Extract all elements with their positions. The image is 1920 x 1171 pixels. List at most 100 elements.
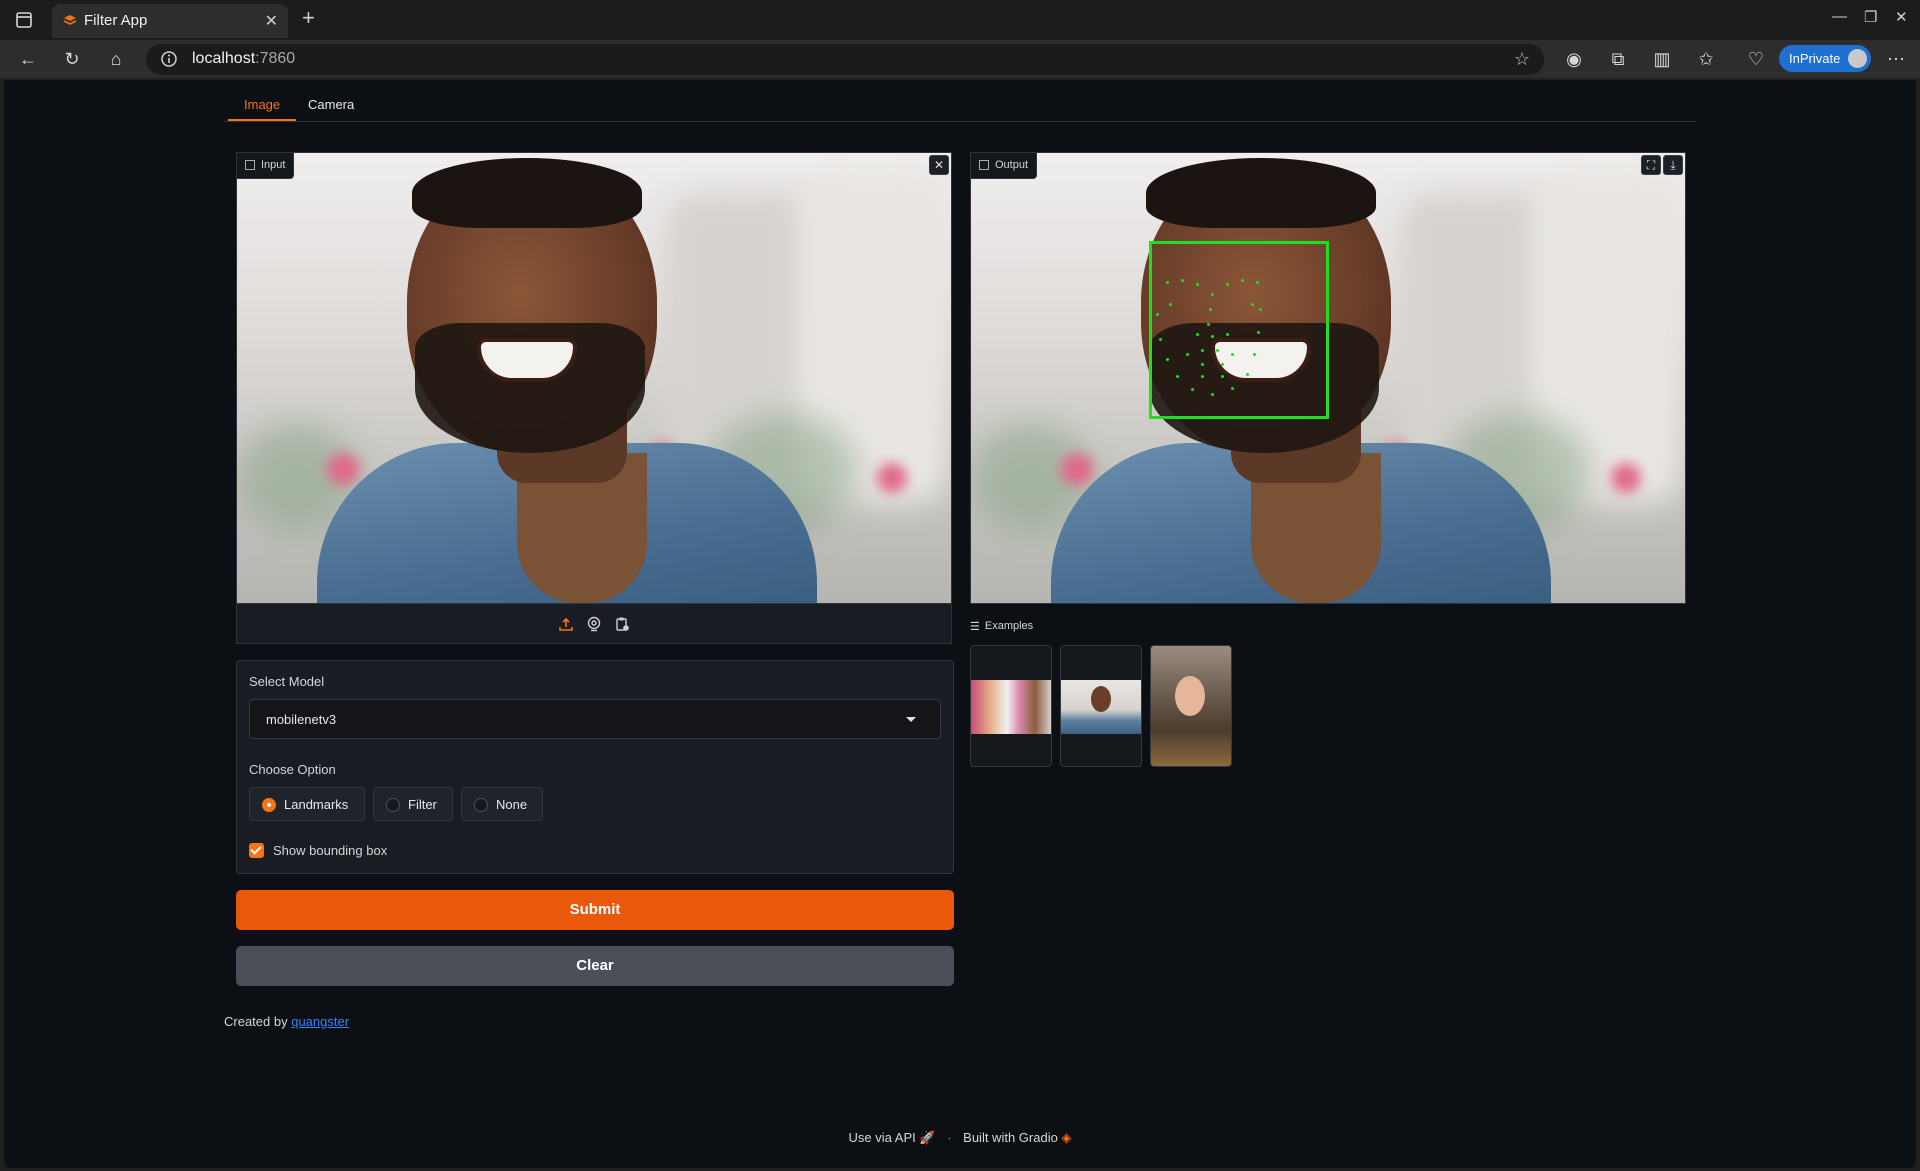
- list-icon: ☰: [970, 621, 980, 633]
- more-menu-icon[interactable]: ⋯: [1884, 47, 1908, 71]
- landmark-point: [1211, 335, 1214, 338]
- example-thumb-man[interactable]: [1060, 645, 1142, 767]
- output-photo: [971, 153, 1685, 603]
- input-source-toolbar: [237, 603, 951, 643]
- radio-landmarks-label: Landmarks: [284, 797, 349, 812]
- tab-camera[interactable]: Camera: [308, 97, 354, 112]
- favorite-star-icon[interactable]: ☆: [1514, 49, 1530, 70]
- built-with-gradio-link[interactable]: Built with Gradio: [963, 1130, 1058, 1145]
- examples-header: ☰ Examples: [970, 620, 1034, 633]
- options-panel: Select Model mobilenetv3 Choose Option L…: [236, 660, 954, 874]
- browser-tab[interactable]: Filter App ✕: [52, 4, 288, 38]
- landmark-point: [1196, 333, 1199, 336]
- extensions-icon[interactable]: ⧉: [1606, 47, 1630, 71]
- input-photo: [237, 153, 951, 603]
- footer-separator: ·: [947, 1130, 952, 1145]
- radio-none[interactable]: None: [461, 787, 543, 821]
- input-image-panel: Input ✕: [236, 152, 952, 644]
- gradio-favicon-icon: [63, 15, 77, 25]
- restore-icon[interactable]: ❐: [1864, 8, 1877, 26]
- home-icon[interactable]: ⌂: [104, 47, 128, 71]
- landmark-point: [1166, 358, 1169, 361]
- copilot-icon[interactable]: ◉: [1562, 47, 1586, 71]
- radio-filter[interactable]: Filter: [373, 787, 453, 821]
- refresh-icon[interactable]: ↻: [60, 47, 84, 71]
- landmark-point: [1226, 333, 1229, 336]
- clear-button[interactable]: Clear: [236, 946, 954, 986]
- radio-selected-icon: [262, 798, 276, 812]
- landmark-point: [1256, 281, 1259, 284]
- landmark-point: [1186, 353, 1189, 356]
- landmark-point: [1169, 303, 1172, 306]
- address-bar[interactable]: localhost:7860 ☆: [146, 44, 1544, 75]
- radio-none-label: None: [496, 797, 528, 812]
- site-info-icon[interactable]: [160, 50, 178, 68]
- landmark-point: [1231, 387, 1234, 390]
- tab-actions-icon[interactable]: [14, 10, 34, 30]
- landmark-point: [1211, 393, 1214, 396]
- landmark-point: [1196, 283, 1199, 286]
- landmark-point: [1216, 349, 1219, 352]
- landmark-point: [1207, 323, 1210, 326]
- landmark-point: [1253, 353, 1256, 356]
- model-dropdown-value: mobilenetv3: [266, 712, 337, 727]
- output-label: Output: [971, 153, 1038, 179]
- author-link[interactable]: quangster: [291, 1014, 349, 1029]
- landmark-point: [1176, 375, 1179, 378]
- new-tab-icon[interactable]: +: [302, 5, 315, 31]
- landmark-point: [1209, 308, 1212, 311]
- favorites-icon[interactable]: ✩: [1694, 47, 1718, 71]
- split-screen-icon[interactable]: ▥: [1650, 47, 1674, 71]
- landmark-point: [1221, 375, 1224, 378]
- radio-filter-label: Filter: [408, 797, 437, 812]
- radio-unselected-icon: [386, 798, 400, 812]
- radio-landmarks[interactable]: Landmarks: [249, 787, 365, 821]
- radio-unselected-icon: [474, 798, 488, 812]
- landmark-point: [1221, 363, 1224, 366]
- browser-essentials-icon[interactable]: ♡: [1744, 47, 1768, 71]
- use-via-api-link[interactable]: Use via API: [849, 1130, 916, 1145]
- upload-icon[interactable]: [558, 616, 574, 632]
- profile-avatar: [1848, 49, 1867, 68]
- landmark-point: [1241, 279, 1244, 282]
- close-window-icon[interactable]: ✕: [1895, 8, 1908, 26]
- browser-nav-bar: ← ↻ ⌂ localhost:7860 ☆ ◉ ⧉ ▥ ✩ ♡ InPriva…: [0, 40, 1920, 78]
- show-bbox-checkbox[interactable]: [249, 843, 264, 858]
- landmark-point: [1226, 283, 1229, 286]
- landmark-point: [1201, 349, 1204, 352]
- landmark-point: [1181, 279, 1184, 282]
- landmark-point: [1156, 313, 1159, 316]
- landmark-point: [1201, 375, 1204, 378]
- rocket-icon: 🚀: [919, 1130, 936, 1145]
- select-model-label: Select Model: [249, 674, 325, 689]
- landmark-point: [1259, 308, 1262, 311]
- browser-tab-title: Filter App: [84, 12, 148, 29]
- clear-input-close-icon[interactable]: ✕: [929, 155, 949, 175]
- choose-option-label: Choose Option: [249, 762, 336, 777]
- chevron-down-icon: [906, 717, 916, 722]
- model-dropdown[interactable]: mobilenetv3: [249, 699, 941, 739]
- example-thumb-group[interactable]: [970, 645, 1052, 767]
- close-tab-icon[interactable]: ✕: [265, 11, 278, 31]
- tab-image[interactable]: Image: [227, 97, 297, 121]
- url-text: localhost:7860: [192, 50, 296, 67]
- gradio-logo-icon: ◈: [1061, 1130, 1072, 1145]
- back-icon[interactable]: ←: [16, 47, 40, 71]
- image-icon: [979, 160, 989, 170]
- webcam-icon[interactable]: [586, 616, 602, 632]
- example-thumb-woman[interactable]: [1150, 645, 1232, 767]
- fullscreen-icon[interactable]: ⛶: [1641, 155, 1661, 175]
- landmark-point: [1251, 303, 1254, 306]
- landmark-point: [1166, 281, 1169, 284]
- minimize-icon[interactable]: —: [1832, 8, 1847, 25]
- app-tabs: Image Camera: [224, 94, 1696, 122]
- download-icon[interactable]: ⤓: [1663, 155, 1683, 175]
- submit-button[interactable]: Submit: [236, 890, 954, 930]
- paste-clipboard-icon[interactable]: [614, 616, 630, 632]
- input-label: Input: [237, 153, 295, 179]
- created-by: Created by quangster: [224, 1014, 350, 1029]
- landmark-point: [1191, 388, 1194, 391]
- inprivate-badge[interactable]: InPrivate: [1779, 45, 1871, 72]
- landmark-point: [1246, 373, 1249, 376]
- landmark-point: [1231, 353, 1234, 356]
